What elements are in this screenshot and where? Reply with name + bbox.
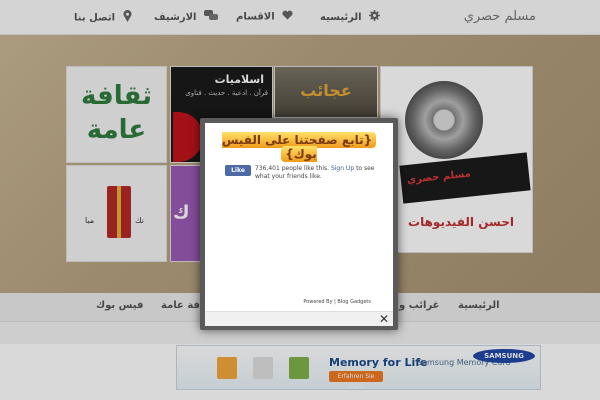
like-count-text: 736,401 people like this. bbox=[255, 165, 330, 172]
facebook-like-button[interactable]: Like bbox=[225, 165, 251, 176]
facebook-popup: {تابع صفحتنا على الفيس بوك} Like 736,401… bbox=[200, 118, 398, 330]
signup-link[interactable]: Sign Up bbox=[331, 165, 354, 172]
like-info: 736,401 people like this. Sign Up to see… bbox=[255, 165, 385, 181]
popup-heading: {تابع صفحتنا على الفيس بوك} bbox=[205, 132, 393, 162]
popup-footer: ✕ bbox=[205, 311, 393, 326]
close-icon[interactable]: ✕ bbox=[379, 312, 389, 326]
like-button-label: Like bbox=[231, 167, 245, 174]
popup-body: {تابع صفحتنا على الفيس بوك} Like 736,401… bbox=[205, 123, 393, 326]
powered-by-text[interactable]: Powered By | Blog Gadgets bbox=[303, 299, 371, 305]
popup-heading-text: {تابع صفحتنا على الفيس بوك} bbox=[221, 132, 377, 162]
